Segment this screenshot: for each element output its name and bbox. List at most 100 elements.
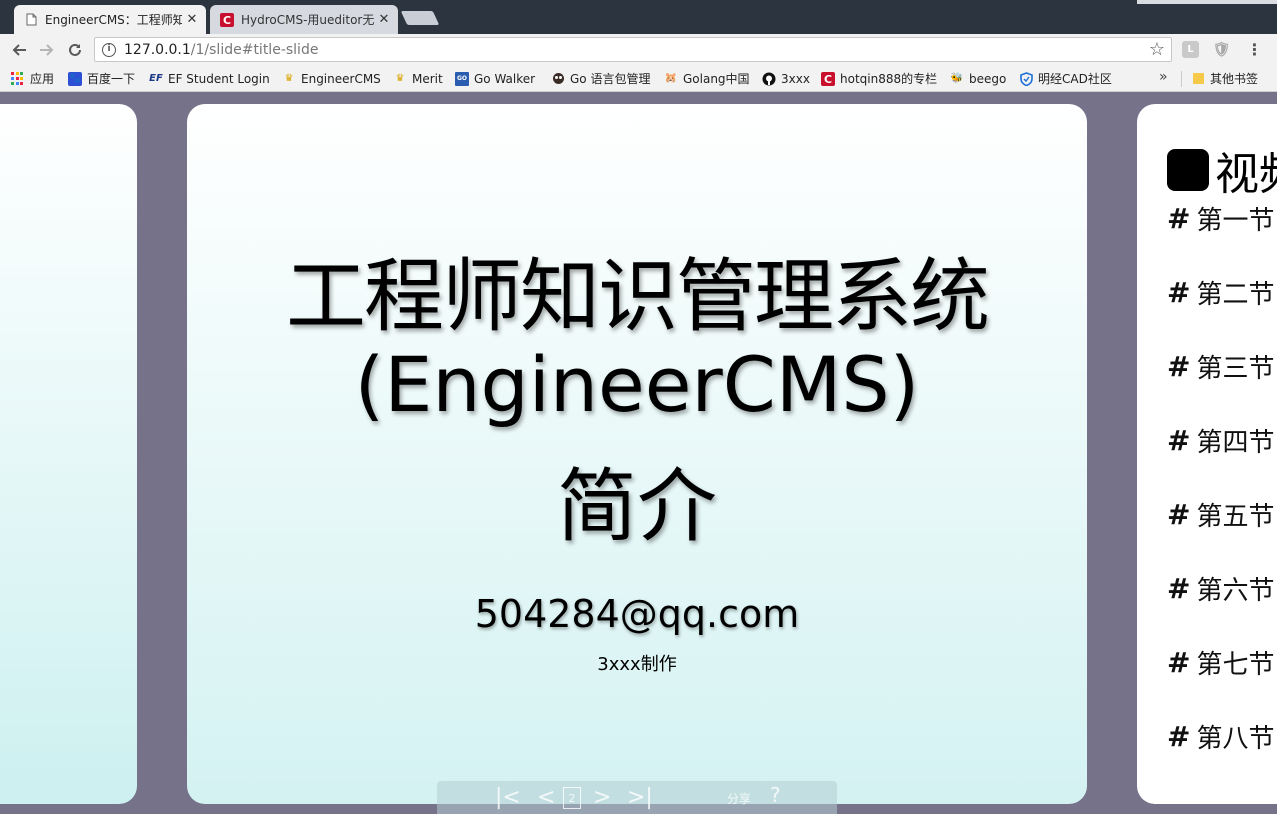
help-button[interactable]: ? bbox=[770, 783, 781, 807]
reload-icon[interactable] bbox=[63, 38, 87, 62]
extension-l-icon[interactable]: L bbox=[1182, 41, 1199, 58]
hash-icon: # bbox=[1167, 276, 1191, 309]
hash-icon: # bbox=[1167, 572, 1191, 605]
list-item-label: 第四节 bbox=[1196, 428, 1275, 458]
bookmark-ef[interactable]: EF EF Student Login bbox=[149, 70, 270, 87]
bookmarks-more-chevron[interactable]: » bbox=[1159, 69, 1168, 85]
list-item: # 第三节 bbox=[1167, 348, 1274, 385]
slide-title-line-2: (EngineerCMS) bbox=[354, 340, 920, 429]
site-info-icon[interactable]: i bbox=[102, 42, 116, 57]
ef-icon: EF bbox=[149, 73, 163, 84]
engineercms-icon: ♛ bbox=[284, 73, 294, 84]
page-number-input[interactable]: 2 bbox=[563, 787, 581, 809]
bookmark-label: EF Student Login bbox=[168, 71, 270, 86]
extension-shield-icon[interactable]: 🛡 bbox=[1213, 41, 1231, 58]
tab-close-icon[interactable]: ✕ bbox=[374, 12, 394, 27]
slide-stage: 工程师知识管理系统 (EngineerCMS) 简介 504284@qq.com… bbox=[0, 93, 1277, 814]
folder-icon bbox=[1191, 72, 1205, 86]
bookmark-label: 明经CAD社区 bbox=[1038, 72, 1112, 86]
hash-icon: # bbox=[1167, 350, 1191, 383]
share-button[interactable]: 分享 bbox=[727, 790, 751, 807]
previous-slide-preview[interactable] bbox=[0, 104, 137, 804]
list-item: # 第二节 bbox=[1167, 274, 1274, 311]
merit-icon: ♛ bbox=[395, 73, 405, 84]
bookmark-beego[interactable]: 🐝 beego bbox=[950, 70, 1007, 87]
bookmark-hotqin[interactable]: C hotqin888的专栏 bbox=[821, 70, 937, 87]
slide-controls: |< < 2 > >| 分享 ? bbox=[437, 781, 837, 814]
gopher-icon bbox=[551, 72, 565, 86]
list-item-label: 第五节 bbox=[1196, 502, 1275, 532]
other-bookmarks-label: 其他书签 bbox=[1210, 72, 1259, 86]
bookmark-go-pkg[interactable]: Go 语言包管理 bbox=[551, 70, 650, 87]
list-item: # 第八节 bbox=[1167, 718, 1274, 755]
beego-icon: 🐝 bbox=[950, 73, 964, 84]
bookmark-label: Go 语言包管理 bbox=[570, 72, 651, 86]
tab-close-icon[interactable]: ✕ bbox=[182, 12, 202, 27]
window-edge bbox=[1137, 0, 1277, 4]
list-item-label: 第三节 bbox=[1196, 354, 1275, 384]
bookmark-3xxx[interactable]: 3xxx bbox=[762, 70, 810, 87]
list-item-label: 第七节 bbox=[1196, 650, 1275, 680]
shield-icon bbox=[1019, 71, 1033, 86]
first-slide-button[interactable]: |< bbox=[495, 785, 521, 810]
next-slide-heading: 视频 bbox=[1167, 138, 1277, 202]
apps-grid-icon bbox=[11, 71, 25, 86]
tab-engineercms[interactable]: EngineerCMS：工程师知 ✕ bbox=[14, 5, 206, 34]
list-item-label: 第八节 bbox=[1196, 724, 1275, 754]
other-bookmarks[interactable]: 其他书签 bbox=[1191, 70, 1258, 87]
last-slide-button[interactable]: >| bbox=[627, 785, 653, 810]
address-bar[interactable]: i 127.0.0.1/1/slide#title-slide ☆ bbox=[94, 37, 1172, 62]
list-item: # 第四节 bbox=[1167, 422, 1274, 459]
hash-icon: # bbox=[1167, 424, 1191, 457]
hash-icon: # bbox=[1167, 202, 1191, 235]
page-icon bbox=[24, 13, 38, 27]
square-bullet-icon bbox=[1167, 149, 1209, 191]
bookmark-label: beego bbox=[969, 71, 1007, 86]
back-arrow-icon[interactable] bbox=[7, 38, 31, 62]
slide-title-line-3: 简介 bbox=[557, 460, 717, 553]
bookmark-mjcad[interactable]: 明经CAD社区 bbox=[1019, 70, 1112, 87]
list-item-label: 第二节 bbox=[1196, 280, 1275, 310]
bookmark-label: EngineerCMS bbox=[301, 71, 381, 86]
bookmark-baidu[interactable]: 🐾 百度一下 bbox=[68, 70, 135, 87]
list-item-label: 第一节 bbox=[1196, 206, 1275, 236]
menu-dots-icon[interactable]: ⋮ bbox=[1246, 40, 1263, 59]
bookmark-label: 3xxx bbox=[781, 71, 810, 86]
bookmark-apps[interactable]: 应用 bbox=[11, 70, 54, 87]
bookmark-golang-china[interactable]: 🐹 Golang中国 bbox=[664, 70, 750, 87]
slide-author: 3xxx制作 bbox=[597, 654, 677, 675]
bookmarks-divider bbox=[1181, 71, 1182, 87]
bookmark-label: 应用 bbox=[30, 72, 55, 86]
svg-text:C: C bbox=[824, 73, 832, 86]
list-item: # 第五节 bbox=[1167, 496, 1274, 533]
bookmark-label: Go Walker bbox=[474, 71, 536, 86]
cms-red-icon: C bbox=[220, 12, 234, 27]
bookmarks-bar: 应用 🐾 百度一下 EF EF Student Login ♛ Engineer… bbox=[0, 65, 1277, 92]
csdn-icon: C bbox=[821, 71, 835, 86]
bookmark-go-walker[interactable]: GO Go Walker bbox=[455, 70, 535, 87]
prev-slide-button[interactable]: < bbox=[537, 785, 555, 810]
next-slide-heading-text: 视频 bbox=[1215, 149, 1277, 200]
current-slide: 工程师知识管理系统 (EngineerCMS) 简介 504284@qq.com… bbox=[187, 104, 1087, 804]
tab-title: HydroCMS-用ueditor无 bbox=[241, 13, 374, 27]
list-item: # 第一节 bbox=[1167, 200, 1274, 237]
github-icon bbox=[762, 72, 776, 86]
bookmark-engineercms[interactable]: ♛ EngineerCMS bbox=[282, 70, 381, 87]
next-slide-preview[interactable]: 视频 #第一节 #第二节 #第三节 #第四节 #第五节 #第六节 #第七节 #第… bbox=[1137, 104, 1277, 804]
svg-text:C: C bbox=[223, 14, 231, 27]
next-slide-button[interactable]: > bbox=[593, 785, 611, 810]
forward-arrow-icon[interactable] bbox=[35, 38, 59, 62]
new-tab-button[interactable] bbox=[400, 11, 440, 25]
bookmark-merit[interactable]: ♛ Merit bbox=[393, 70, 443, 87]
godoc-icon: GO bbox=[455, 71, 469, 86]
list-item: # 第七节 bbox=[1167, 644, 1274, 681]
bookmark-star-icon[interactable]: ☆ bbox=[1149, 39, 1165, 60]
list-item: # 第六节 bbox=[1167, 570, 1274, 607]
slide-title-line-1: 工程师知识管理系统 bbox=[286, 250, 990, 343]
bookmark-label: hotqin888的专栏 bbox=[840, 72, 938, 86]
bookmark-label: 百度一下 bbox=[87, 72, 136, 86]
bookmark-label: Golang中国 bbox=[683, 72, 750, 86]
tab-hydrocms[interactable]: C HydroCMS-用ueditor无 ✕ bbox=[210, 5, 398, 34]
address-path: /1/slide#title-slide bbox=[190, 41, 319, 58]
hash-icon: # bbox=[1167, 646, 1191, 679]
